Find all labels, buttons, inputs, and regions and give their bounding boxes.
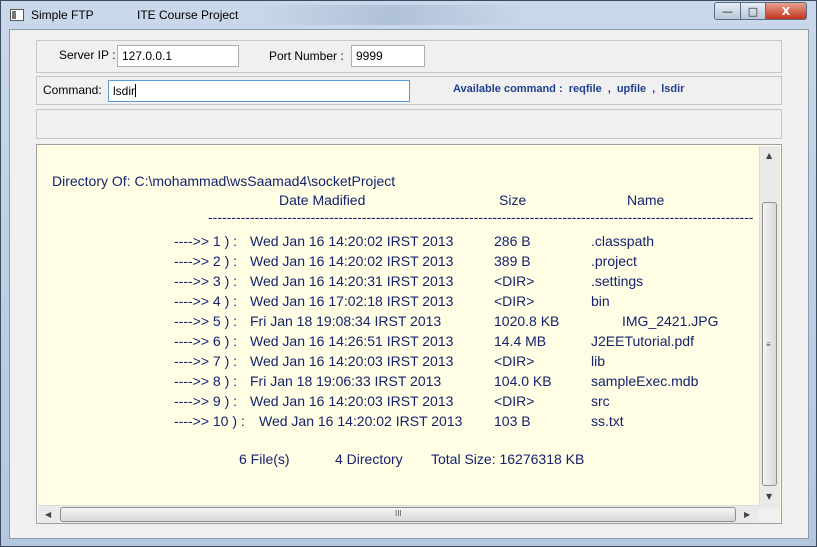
row-size: 286 B xyxy=(494,233,531,249)
row-index: ---->> 10 ) : xyxy=(174,413,245,429)
row-date-modified: Wed Jan 16 14:20:02 IRST 2013 xyxy=(259,413,463,429)
row-size: <DIR> xyxy=(494,293,535,309)
row-date-modified: Wed Jan 16 14:20:31 IRST 2013 xyxy=(250,273,454,289)
scroll-grip-icon: ≡ xyxy=(766,340,771,349)
row-index: ---->> 2 ) : xyxy=(174,253,238,269)
row-date-modified: Fri Jan 18 19:06:33 IRST 2013 xyxy=(250,373,442,389)
command-panel: Command: lsdir Available command : reqfi… xyxy=(36,76,782,105)
server-ip-input[interactable]: 127.0.0.1 xyxy=(117,45,239,67)
command-reqfile: reqfile xyxy=(568,83,602,95)
row-index: ---->> 9 ) : xyxy=(174,393,238,409)
scrollbar-corner xyxy=(759,509,780,523)
row-date-modified: Wed Jan 16 14:20:02 IRST 2013 xyxy=(250,253,454,269)
command-label: Command: xyxy=(43,83,102,97)
row-date-modified: Fri Jan 18 19:08:34 IRST 2013 xyxy=(250,313,442,329)
maximize-button[interactable]: □ xyxy=(740,2,766,20)
row-index: ---->> 3 ) : xyxy=(174,273,238,289)
row-date-modified: Wed Jan 16 14:20:03 IRST 2013 xyxy=(250,353,454,369)
row-index: ---->> 6 ) : xyxy=(174,333,238,349)
row-name: lib xyxy=(591,353,606,369)
command-input[interactable]: lsdir xyxy=(108,80,410,102)
minimize-icon: — xyxy=(722,4,733,18)
row-size: <DIR> xyxy=(494,353,535,369)
text-caret xyxy=(135,84,137,97)
scroll-left-icon[interactable]: ◀ xyxy=(45,510,51,519)
row-size: 389 B xyxy=(494,253,531,269)
title-bar[interactable]: Simple FTP ITE Course Project — □ X xyxy=(1,1,816,29)
row-date-modified: Wed Jan 16 14:20:03 IRST 2013 xyxy=(250,393,454,409)
directory-path: Directory Of: C:\mohammad\wsSaamad4\sock… xyxy=(52,173,396,189)
row-date-modified: Wed Jan 16 14:26:51 IRST 2013 xyxy=(250,333,454,349)
row-index: ---->> 1 ) : xyxy=(174,233,238,249)
row-date-modified: Wed Jan 16 14:20:02 IRST 2013 xyxy=(250,233,454,249)
row-name: bin xyxy=(591,293,610,309)
row-size: 14.4 MB xyxy=(494,333,547,349)
close-button[interactable]: X xyxy=(765,2,807,20)
vertical-scroll-thumb[interactable]: ≡ xyxy=(762,202,777,486)
client-area: Server IP : 127.0.0.1 Port Number : 9999… xyxy=(9,29,809,539)
directory-listing[interactable]: Directory Of: C:\mohammad\wsSaamad4\sock… xyxy=(36,144,782,524)
server-panel: Server IP : 127.0.0.1 Port Number : 9999 xyxy=(36,40,782,73)
row-name: ss.txt xyxy=(591,413,624,429)
command-input-value: lsdir xyxy=(113,84,136,98)
row-name: .classpath xyxy=(591,233,655,249)
row-name: .settings xyxy=(591,273,644,289)
row-name: .project xyxy=(591,253,637,269)
scroll-down-icon[interactable]: ▼ xyxy=(766,492,772,501)
row-size: <DIR> xyxy=(494,393,535,409)
command-lsdir: lsdir xyxy=(661,83,685,95)
row-size: <DIR> xyxy=(494,273,535,289)
app-window-icon xyxy=(10,9,24,21)
row-index: ---->> 7 ) : xyxy=(174,353,238,369)
ftp-window: Simple FTP ITE Course Project — □ X Serv… xyxy=(0,0,817,547)
vertical-scrollbar[interactable]: ▲ ≡ ▼ xyxy=(759,146,780,509)
port-number-label: Port Number : xyxy=(269,49,344,63)
summary-total-size: Total Size: 16276318 KB xyxy=(431,451,585,467)
scroll-up-icon[interactable]: ▲ xyxy=(766,151,772,160)
header-date: Date Madified xyxy=(279,192,366,208)
row-size: 104.0 KB xyxy=(494,373,552,389)
horizontal-scroll-thumb[interactable]: III xyxy=(60,507,736,522)
status-panel xyxy=(36,109,782,139)
header-divider: ----------------------------------------… xyxy=(208,209,753,225)
row-date-modified: Wed Jan 16 17:02:18 IRST 2013 xyxy=(250,293,454,309)
row-index: ---->> 5 ) : xyxy=(174,313,238,329)
row-name: sampleExec.mdb xyxy=(591,373,699,389)
available-commands-label: Available command : xyxy=(453,83,563,95)
server-ip-label: Server IP : xyxy=(59,48,116,62)
row-name: src xyxy=(591,393,610,409)
window-title: Simple FTP xyxy=(31,8,94,22)
horizontal-scrollbar[interactable]: ◀ III ▶ xyxy=(38,505,760,523)
row-name: IMG_2421.JPG xyxy=(622,313,719,329)
header-name: Name xyxy=(627,192,665,208)
close-icon: X xyxy=(781,4,791,18)
port-number-input[interactable]: 9999 xyxy=(351,45,425,67)
scroll-hgrip-icon: III xyxy=(395,509,402,518)
minimize-button[interactable]: — xyxy=(714,2,741,20)
command-upfile: upfile xyxy=(616,83,647,95)
row-size: 103 B xyxy=(494,413,531,429)
summary-files: 6 File(s) xyxy=(239,451,290,467)
available-commands: Available command : reqfile, upfile, lsdir xyxy=(453,83,685,95)
header-size: Size xyxy=(499,192,527,208)
row-size: 1020.8 KB xyxy=(494,313,560,329)
title-bar-glare xyxy=(256,5,526,25)
maximize-icon: □ xyxy=(747,4,759,18)
row-index: ---->> 4 ) : xyxy=(174,293,238,309)
window-subtitle: ITE Course Project xyxy=(137,8,239,22)
row-index: ---->> 8 ) : xyxy=(174,373,238,389)
scroll-right-icon[interactable]: ▶ xyxy=(744,510,750,519)
row-name: J2EETutorial.pdf xyxy=(591,333,694,349)
summary-directories: 4 Directory xyxy=(335,451,403,467)
